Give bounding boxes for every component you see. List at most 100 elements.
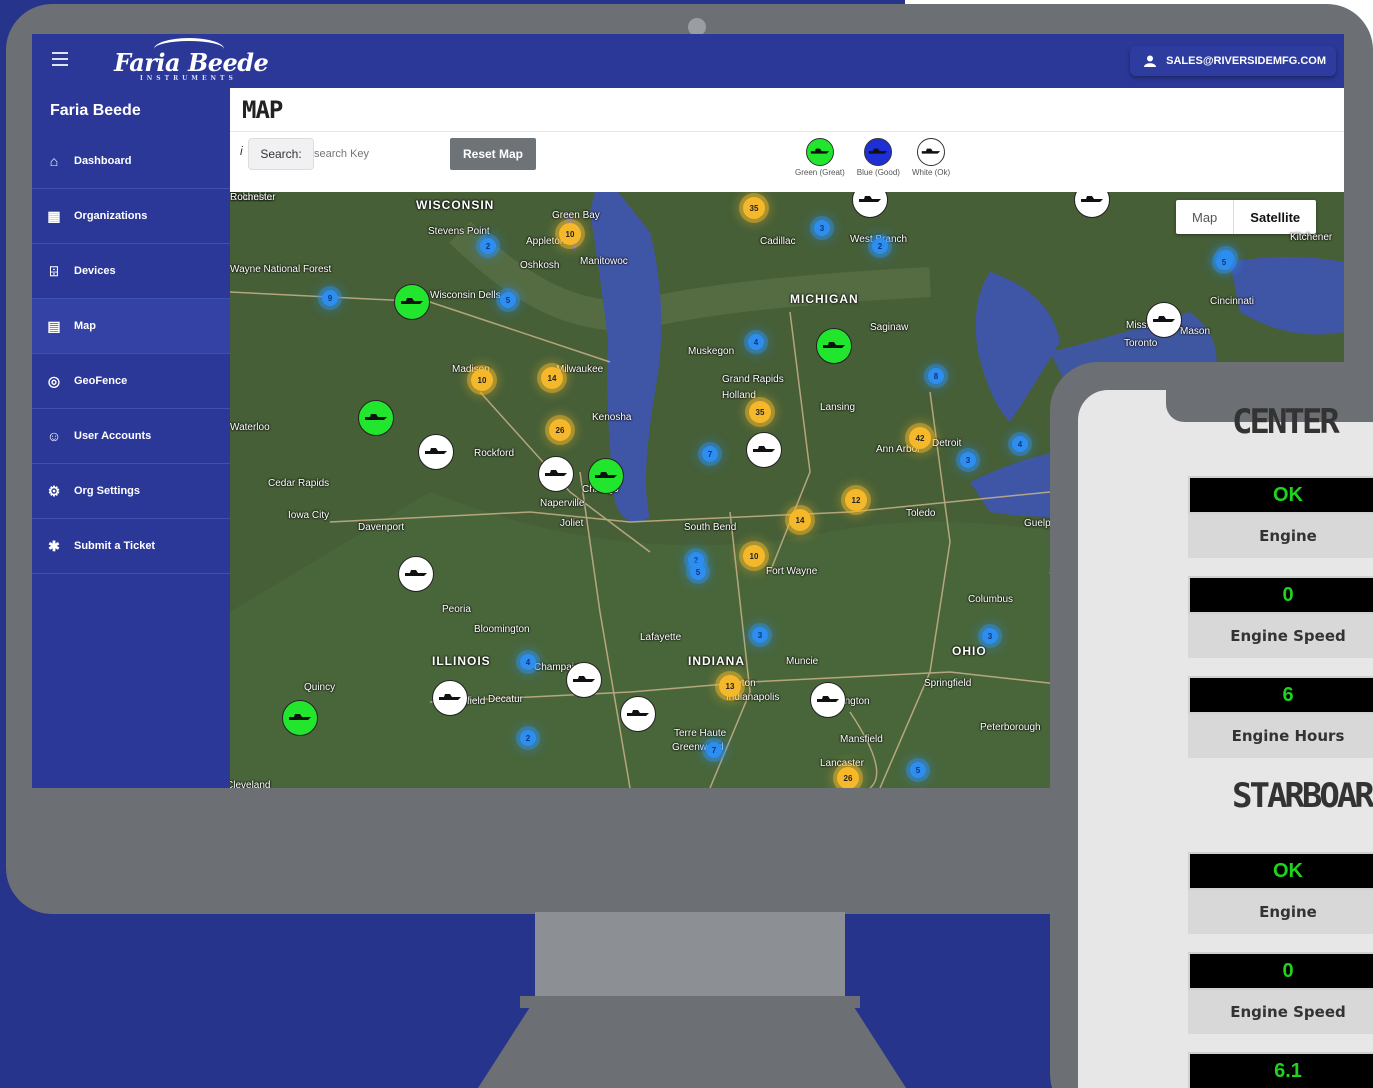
sidebar-item-org-settings[interactable]: ⚙ Org Settings xyxy=(32,464,230,519)
map-cluster[interactable]: 35 xyxy=(749,401,771,423)
boat-marker-icon[interactable] xyxy=(394,284,430,320)
sidebar-item-label: Org Settings xyxy=(74,485,141,497)
sidebar-item-map[interactable]: ▤ Map xyxy=(32,299,230,354)
map-cluster[interactable]: 10 xyxy=(559,223,581,245)
map-place-label: Cincinnati xyxy=(1210,296,1254,307)
map-place-label: Joliet xyxy=(560,518,584,529)
engine-metric-card: 6 Engine Hours xyxy=(1188,676,1373,758)
boat-marker-icon[interactable] xyxy=(1146,302,1182,338)
map-place-label: Wisconsin Dells xyxy=(430,290,501,301)
org-icon: ▦ xyxy=(47,207,61,224)
boat-marker-icon[interactable] xyxy=(810,682,846,718)
boat-icon xyxy=(805,138,834,166)
map-cluster[interactable]: 2 xyxy=(872,238,888,254)
boat-marker-icon[interactable] xyxy=(746,432,782,468)
sidebar-item-user-accounts[interactable]: ☺ User Accounts xyxy=(32,409,230,464)
map-cluster[interactable]: 4 xyxy=(520,654,536,670)
engine-metric-card: OK Engine xyxy=(1188,852,1373,934)
logo-arc xyxy=(154,38,224,60)
map-region-label: INDIANA xyxy=(688,654,745,668)
map-region-label: ILLINOIS xyxy=(432,654,491,668)
boat-marker-icon[interactable] xyxy=(282,700,318,736)
map-cluster[interactable]: 2 xyxy=(520,730,536,746)
map-cluster[interactable]: 5 xyxy=(500,292,516,308)
map-cluster[interactable]: 3 xyxy=(982,628,998,644)
map-cluster[interactable]: 26 xyxy=(549,419,571,441)
boat-marker-icon[interactable] xyxy=(432,680,468,716)
map-cluster[interactable]: 5 xyxy=(910,762,926,778)
metric-label: Engine xyxy=(1188,514,1373,558)
sidebar-item-devices[interactable]: ⌹ Devices xyxy=(32,244,230,299)
sidebar-item-submit-a-ticket[interactable]: ✱ Submit a Ticket xyxy=(32,519,230,574)
map-cluster[interactable]: 7 xyxy=(702,446,718,462)
map-cluster[interactable]: 26 xyxy=(837,767,859,788)
map-cluster[interactable]: 3 xyxy=(960,452,976,468)
map-cluster[interactable]: 7 xyxy=(706,742,722,758)
map-cluster[interactable]: 3 xyxy=(752,627,768,643)
reset-map-button[interactable]: Reset Map xyxy=(450,138,536,170)
map-region-label: MICHIGAN xyxy=(790,292,859,306)
bug-icon: ✱ xyxy=(48,537,60,554)
sidebar-item-dashboard[interactable]: ⌂ Dashboard xyxy=(32,134,230,189)
map-toolbar: i Search: Reset Map Green (Great) Blue (G… xyxy=(230,132,1344,192)
sidebar-item-organizations[interactable]: ▦ Organizations xyxy=(32,189,230,244)
device-icon: ⌹ xyxy=(49,262,59,279)
sidebar-item-geofence[interactable]: ◎ GeoFence xyxy=(32,354,230,409)
legend-label: Blue (Good) xyxy=(856,168,900,177)
map-cluster[interactable]: 10 xyxy=(743,545,765,567)
map-toggle-satellite[interactable]: Satellite xyxy=(1233,200,1316,234)
metric-value: OK xyxy=(1188,476,1373,514)
map-cluster[interactable]: 14 xyxy=(541,367,563,389)
search-input[interactable] xyxy=(314,142,444,166)
sidebar-item-label: Map xyxy=(74,320,96,332)
map-cluster[interactable]: 42 xyxy=(909,427,931,449)
map-cluster[interactable]: 10 xyxy=(471,369,493,391)
engine-metric-card: 0 Engine Speed xyxy=(1188,952,1373,1034)
map-place-label: Manitowoc xyxy=(580,256,628,267)
map-place-label: Waterloo xyxy=(230,422,270,433)
map-cluster[interactable]: 5 xyxy=(690,564,706,580)
map-place-label: Lafayette xyxy=(640,632,682,643)
user-menu[interactable]: SALES@RIVERSIDEMFG.COM xyxy=(1130,46,1336,76)
metric-value: 6.1 xyxy=(1188,1052,1373,1088)
boat-marker-icon[interactable] xyxy=(418,434,454,470)
boat-marker-icon[interactable] xyxy=(816,328,852,364)
monitor-stand xyxy=(535,912,845,1002)
map-toggle-map[interactable]: Map xyxy=(1176,200,1233,234)
map-place-label: Stevens Point xyxy=(428,226,490,237)
sidebar-item-label: Devices xyxy=(74,265,116,277)
map-cluster[interactable]: 2 xyxy=(480,238,496,254)
map-place-label: Kenosha xyxy=(592,412,632,423)
map-region-label: OHIO xyxy=(952,644,987,658)
map-cluster[interactable]: 35 xyxy=(743,197,765,219)
monitor-stand xyxy=(520,996,860,1008)
map-cluster[interactable]: 14 xyxy=(789,509,811,531)
map-cluster[interactable]: 5 xyxy=(1216,254,1232,270)
map-place-label: Oshkosh xyxy=(520,260,560,271)
top-bar: Faria Beede INSTRUMENTS SALES@RIVERSIDEM… xyxy=(32,34,1344,88)
home-icon: ⌂ xyxy=(49,153,59,169)
boat-marker-icon[interactable] xyxy=(358,400,394,436)
menu-icon[interactable] xyxy=(52,52,68,66)
map-cluster[interactable]: 3 xyxy=(814,220,830,236)
map-cluster[interactable]: 4 xyxy=(1012,436,1028,452)
boat-marker-icon[interactable] xyxy=(566,662,602,698)
legend-item: Green (Great) xyxy=(795,138,845,177)
boat-marker-icon[interactable] xyxy=(620,696,656,732)
map-cluster[interactable]: 4 xyxy=(748,334,764,350)
boat-marker-icon[interactable] xyxy=(398,556,434,592)
map-cluster[interactable]: 8 xyxy=(928,368,944,384)
map-place-label: Milwaukee xyxy=(556,364,604,375)
map-place-label: Peoria xyxy=(442,604,471,615)
map-cluster[interactable]: 9 xyxy=(322,290,338,306)
info-icon[interactable]: i xyxy=(240,144,243,158)
boat-marker-icon[interactable] xyxy=(588,458,624,494)
map-place-label: Mason xyxy=(1180,326,1211,337)
user-icon xyxy=(1144,55,1157,67)
map-place-label: Lansing xyxy=(820,402,856,413)
boat-marker-icon[interactable] xyxy=(538,456,574,492)
map-place-label: Rochester xyxy=(230,192,276,203)
map-cluster[interactable]: 12 xyxy=(845,489,867,511)
map-place-label: Davenport xyxy=(358,522,405,533)
map-cluster[interactable]: 13 xyxy=(719,675,741,697)
